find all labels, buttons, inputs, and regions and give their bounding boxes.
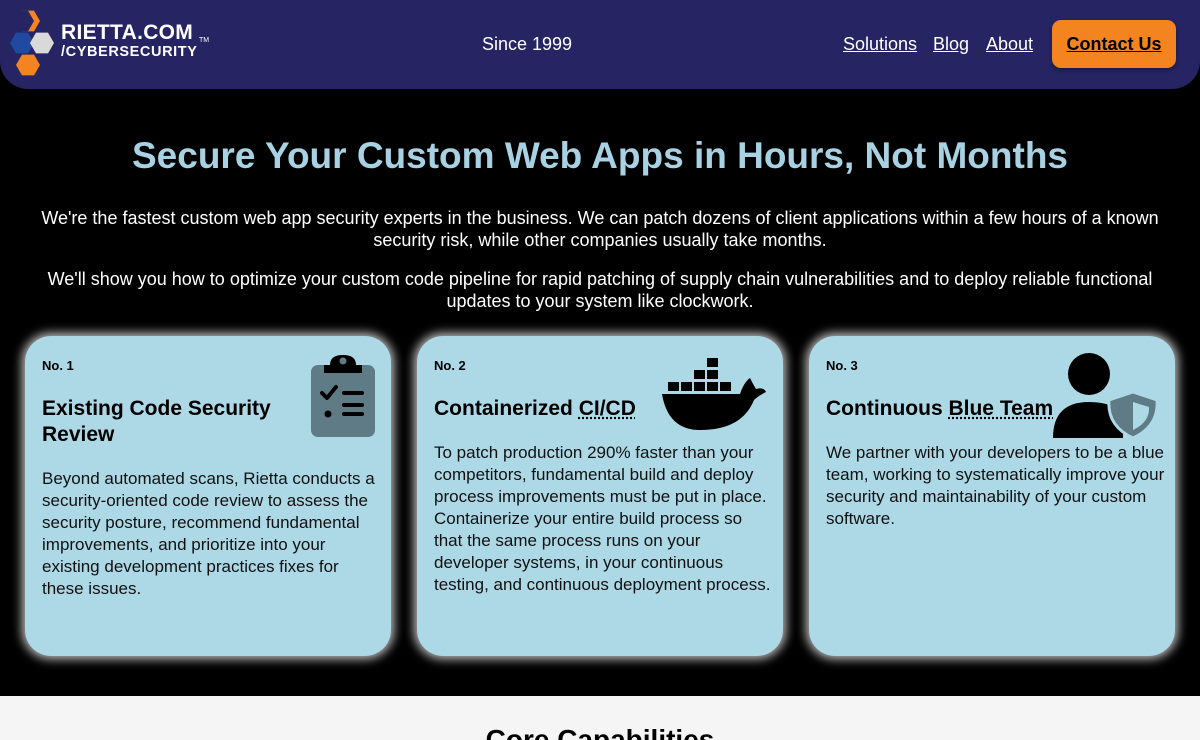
card-number: No. 2 (434, 358, 466, 373)
card-number: No. 3 (826, 358, 858, 373)
card-description: We partner with your developers to be a … (826, 442, 1166, 530)
header-tagline: Since 1999 (482, 34, 572, 55)
docker-whale-icon (660, 356, 768, 434)
user-shield-icon (1051, 352, 1161, 440)
logo[interactable]: RIETTA.COM TM /CYBERSECURITY (8, 9, 218, 79)
card-number: No. 1 (42, 358, 74, 373)
nav-link-blog[interactable]: Blog (933, 34, 969, 55)
service-card-containerized-cicd: No. 2 Containerized CI/CD To patch produ… (417, 336, 783, 656)
card-description: Beyond automated scans, Rietta conducts … (42, 468, 382, 600)
card-title-prefix: Containerized (434, 397, 579, 420)
trademark-mark: TM (199, 37, 209, 44)
nav-link-about[interactable]: About (986, 34, 1033, 55)
service-card-blue-team: No. 3 Continuous Blue Team We partner wi… (809, 336, 1175, 656)
logo-wordmark: RIETTA.COM (61, 21, 193, 45)
section-title: Core Capabilities (0, 724, 1200, 740)
site-header: RIETTA.COM TM /CYBERSECURITY Since 1999 … (0, 0, 1200, 89)
hero-paragraph-1: We're the fastest custom web app securit… (25, 207, 1175, 251)
card-title: Existing Code Security Review (42, 396, 302, 448)
clipboard-checklist-icon (310, 351, 376, 439)
cicd-abbreviation[interactable]: CI/CD (579, 397, 636, 420)
contact-us-button[interactable]: Contact Us (1052, 20, 1176, 68)
nav-link-solutions[interactable]: Solutions (843, 34, 917, 55)
logo-subtitle: /CYBERSECURITY (61, 44, 198, 60)
hero-title: Secure Your Custom Web Apps in Hours, No… (0, 135, 1200, 177)
card-description: To patch production 290% faster than you… (434, 442, 774, 596)
blue-team-abbreviation[interactable]: Blue Team (948, 397, 1053, 420)
hero-paragraph-2: We'll show you how to optimize your cust… (25, 268, 1175, 312)
card-title-prefix: Continuous (826, 397, 948, 420)
service-card-code-review: No. 1 Existing Code Security Review Beyo… (25, 336, 391, 656)
hexagon-logo-icon (8, 9, 56, 79)
